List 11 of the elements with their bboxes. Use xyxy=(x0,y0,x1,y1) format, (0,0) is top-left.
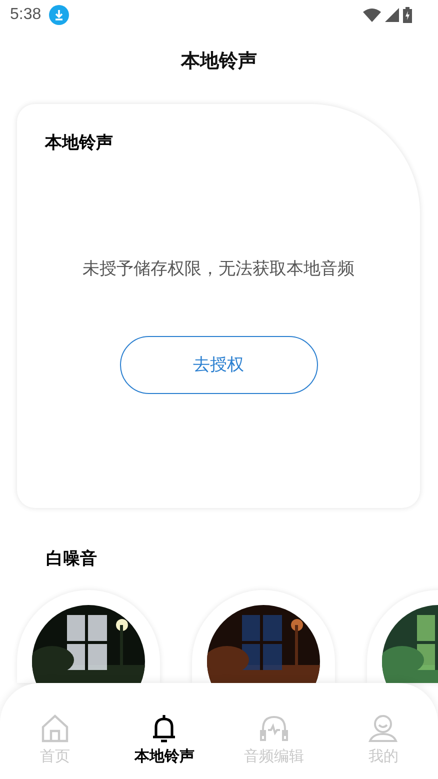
section-title: 本地铃声 xyxy=(45,132,114,154)
authorize-button[interactable]: 去授权 xyxy=(120,336,318,394)
signal-icon xyxy=(385,8,399,22)
section-title: 白噪音 xyxy=(46,548,98,570)
nav-tab[interactable]: 本地铃声 xyxy=(110,701,219,779)
status-time: 5:38 xyxy=(10,5,42,25)
permission-message: 未授予储存权限，无法获取本地音频 xyxy=(82,258,356,280)
wifi-icon xyxy=(363,8,381,22)
battery-icon xyxy=(403,7,412,23)
download-icon xyxy=(49,5,70,25)
page-title: 本地铃声 xyxy=(181,50,257,74)
